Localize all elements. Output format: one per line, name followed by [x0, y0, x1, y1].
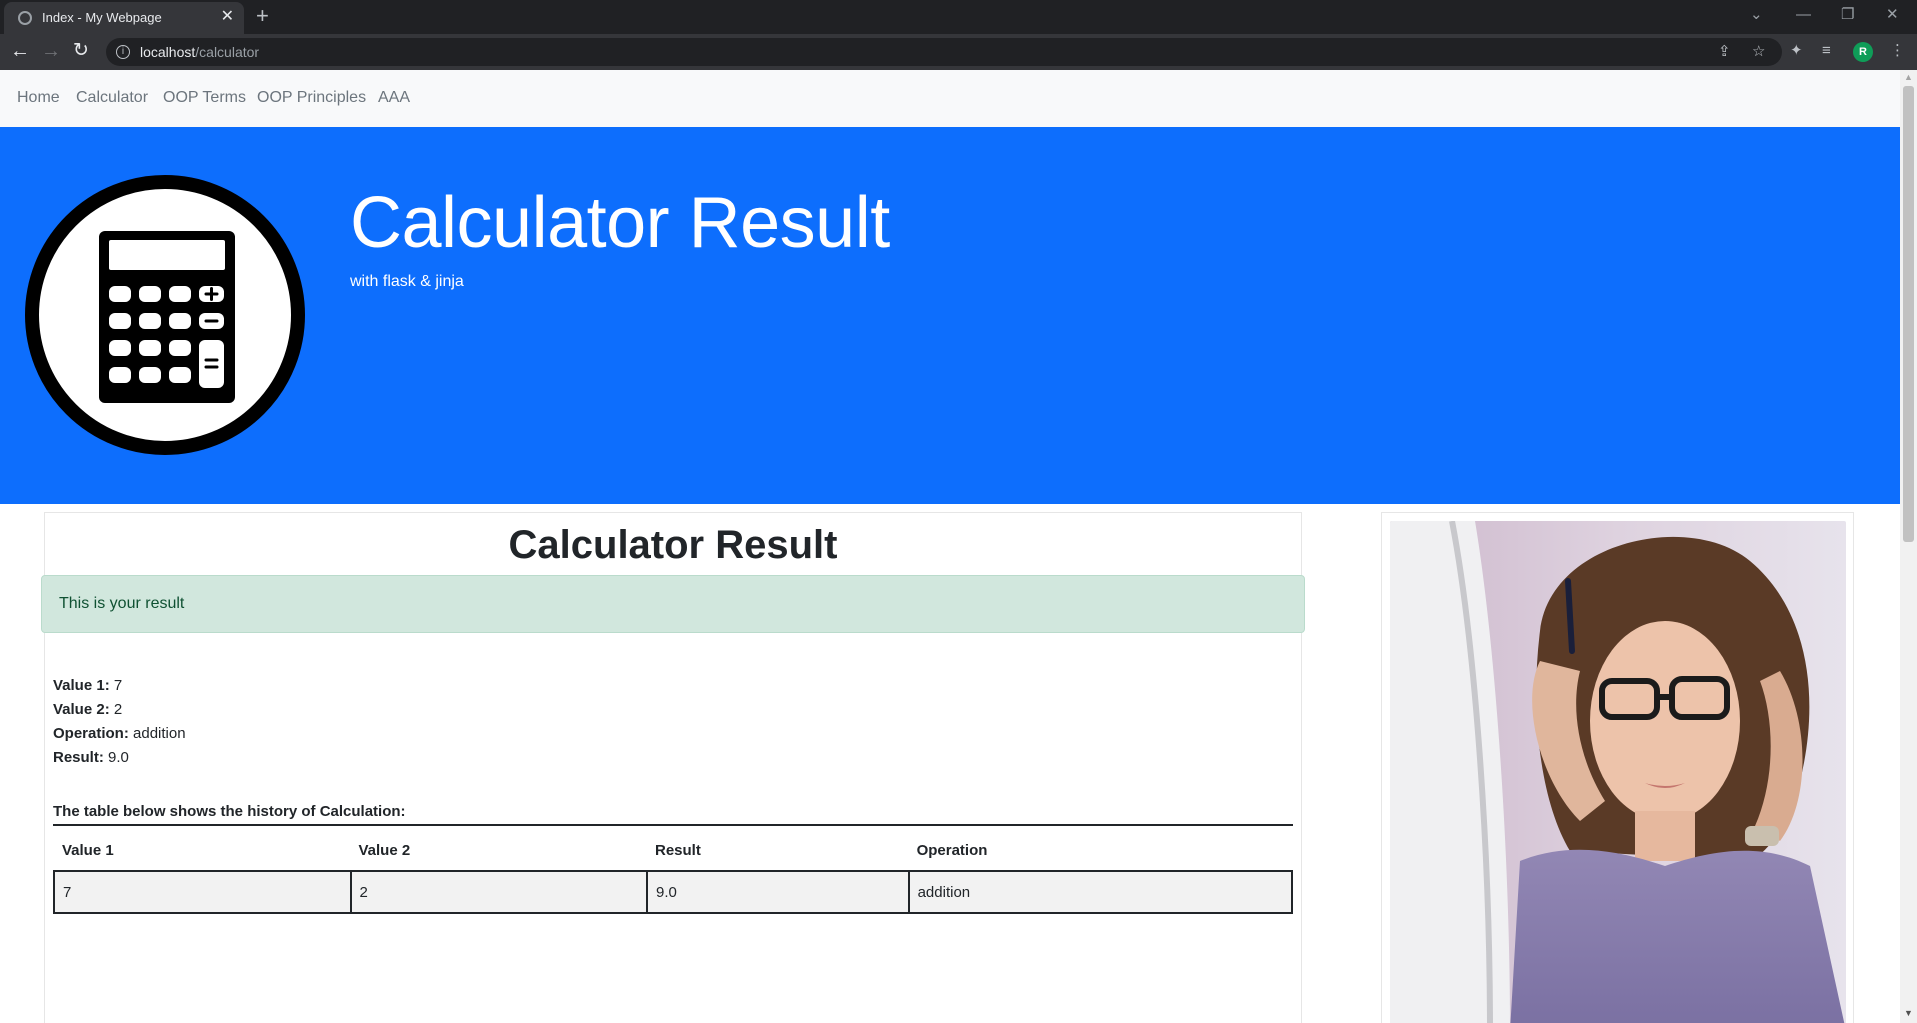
success-alert: This is your result [41, 575, 1305, 633]
new-tab-button[interactable]: + [256, 4, 269, 28]
globe-icon [18, 11, 32, 25]
stressed-woman-photo [1390, 521, 1846, 1023]
back-icon[interactable]: ← [10, 40, 30, 62]
table-cell: addition [907, 870, 1294, 914]
scroll-up-arrow-icon[interactable]: ▲ [1904, 72, 1913, 82]
restore-icon[interactable]: ❐ [1841, 4, 1854, 26]
tab-title: Index - My Webpage [42, 10, 162, 25]
page-scrollbar[interactable]: ▲ ▼ [1900, 70, 1917, 1023]
table-row: 7 2 9.0 addition [53, 870, 1294, 914]
minimize-icon[interactable]: — [1796, 4, 1811, 26]
column-header: Operation [908, 829, 1292, 872]
table-cell: 2 [349, 870, 648, 914]
nav-link-aaa[interactable]: AAA [378, 89, 410, 107]
url-text: localhost/calculator [140, 44, 260, 60]
nav-link-oop-terms[interactable]: OOP Terms [163, 89, 246, 107]
column-header: Result [647, 829, 909, 872]
scroll-down-arrow-icon[interactable]: ▼ [1904, 1008, 1913, 1018]
bookmark-star-icon[interactable]: ☆ [1752, 43, 1765, 61]
reading-list-icon[interactable]: ≡ [1822, 42, 1831, 60]
history-table: Value 1 Value 2 Result Operation 7 2 9.0… [53, 829, 1294, 914]
browser-tab[interactable]: Index - My Webpage ✕ [4, 2, 244, 34]
extensions-icon[interactable]: ✦ [1790, 42, 1803, 60]
result-card: Calculator Result This is your result Va… [41, 512, 1305, 1023]
browser-tabstrip: Index - My Webpage ✕ + ⌄ — ❐ ✕ [0, 0, 1917, 34]
nav-link-oop-principles[interactable]: OOP Principles [257, 89, 366, 107]
reload-icon[interactable]: ↻ [73, 40, 89, 62]
forward-icon[interactable]: → [41, 40, 61, 62]
history-caption: The table below shows the history of Cal… [53, 803, 1293, 826]
table-cell: 7 [53, 870, 352, 914]
browser-menu-icon[interactable]: ⋮ [1890, 42, 1905, 60]
hero-title: Calculator Result [350, 183, 890, 263]
page-viewport: Home Calculator OOP Terms OOP Principles… [0, 70, 1917, 1023]
scrollbar-thumb[interactable] [1903, 86, 1914, 542]
site-navbar: Home Calculator OOP Terms OOP Principles… [0, 70, 1900, 127]
result-heading: Calculator Result [508, 523, 838, 567]
column-header: Value 2 [350, 829, 647, 872]
value-2-line: Value 2: 2 [53, 701, 123, 718]
nav-link-home[interactable]: Home [17, 89, 60, 107]
operation-line: Operation: addition [53, 725, 186, 742]
site-info-icon[interactable]: i [116, 45, 130, 59]
share-icon[interactable]: ⇪ [1718, 43, 1731, 61]
tab-search-icon[interactable]: ⌄ [1750, 4, 1763, 26]
sidebar-card [1381, 512, 1854, 1023]
calculator-icon [25, 175, 305, 455]
result-line: Result: 9.0 [53, 749, 129, 766]
nav-link-calculator[interactable]: Calculator [76, 89, 148, 107]
hero-banner: Calculator Result with flask & jinja [0, 127, 1900, 504]
close-tab-icon[interactable]: ✕ [221, 8, 234, 26]
close-window-icon[interactable]: ✕ [1886, 4, 1899, 26]
table-header-row: Value 1 Value 2 Result Operation [54, 829, 1292, 872]
value-1-line: Value 1: 7 [53, 677, 123, 694]
browser-toolbar: ← → ↻ i localhost/calculator ⇪ ☆ ✦ ≡ R ⋮ [0, 34, 1917, 70]
address-bar[interactable]: i localhost/calculator ⇪ ☆ [106, 38, 1782, 66]
column-header: Value 1 [54, 829, 351, 872]
profile-avatar[interactable]: R [1853, 42, 1873, 62]
hero-subtitle: with flask & jinja [350, 273, 464, 290]
table-cell: 9.0 [646, 870, 910, 914]
